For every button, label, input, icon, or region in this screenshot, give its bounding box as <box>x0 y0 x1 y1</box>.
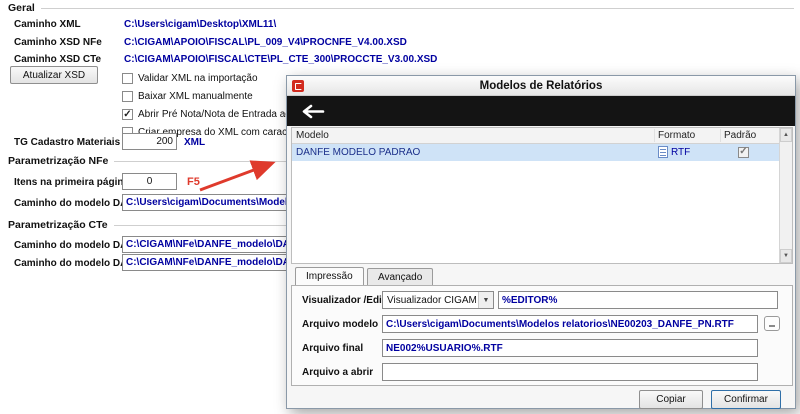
atualizar-xsd-button[interactable]: Atualizar XSD <box>10 66 98 84</box>
caminho-modelo-danfe-input[interactable] <box>122 194 290 211</box>
arquivo-modelo-label: Arquivo modelo <box>302 319 379 330</box>
checkbox-baixar-xml-label: Baixar XML manualmente <box>138 91 253 102</box>
checkbox-abrir-pre-nota-box[interactable] <box>122 109 133 120</box>
tab-avancado[interactable]: Avançado <box>367 268 434 286</box>
dialog-toolbar <box>287 96 795 126</box>
copiar-button[interactable]: Copiar <box>639 390 703 409</box>
confirmar-button[interactable]: Confirmar <box>711 390 781 409</box>
column-header-padrao[interactable]: Padrão <box>724 130 756 141</box>
chevron-down-icon[interactable]: ▼ <box>478 292 493 308</box>
modelos-grid: Modelo Formato Padrão DANFE MODELO PADRA… <box>291 127 793 264</box>
caminho-xsd-nfe-label: Caminho XSD NFe <box>14 37 102 48</box>
checkbox-baixar-xml-box[interactable] <box>122 91 133 102</box>
grid-row-danfe-modelo-padrao[interactable]: DANFE MODELO PADRAO RTF <box>292 144 779 161</box>
tab-impressao[interactable]: Impressão <box>295 267 364 285</box>
visualizador-select-value: Visualizador CIGAM <box>387 294 477 306</box>
app-icon <box>292 80 304 92</box>
caminho-xsd-cte-value: C:\CIGAM\APOIO\FISCAL\CTE\PL_CTE_300\PRO… <box>124 54 438 65</box>
grid-header: Modelo Formato Padrão <box>292 128 779 144</box>
checkbox-validar-xml-label: Validar XML na importação <box>138 73 258 84</box>
column-header-formato[interactable]: Formato <box>658 130 695 141</box>
visualizador-select[interactable]: Visualizador CIGAM ▼ <box>382 291 494 309</box>
section-parametrizacao-nfe-title: Parametrização NFe <box>8 155 109 167</box>
cell-padrao <box>738 146 749 158</box>
column-header-modelo[interactable]: Modelo <box>296 130 329 141</box>
cell-modelo: DANFE MODELO PADRAO <box>296 147 421 158</box>
caminho-xml-value: C:\Users\cigam\Desktop\XML11\ <box>124 19 277 30</box>
tg-cadastro-input[interactable] <box>122 133 177 150</box>
arquivo-final-label: Arquivo final <box>302 343 364 354</box>
itens-primeira-pagina-label: Itens na primeira página <box>14 177 130 188</box>
tg-cadastro-suffix: XML <box>184 137 206 148</box>
dialog-title: Modelos de Relatórios <box>479 79 603 92</box>
impressao-tab-panel: Visualizador /Editor Visualizador CIGAM … <box>291 285 793 386</box>
section-geral: Geral <box>8 2 794 14</box>
section-parametrizacao-cte-title: Parametrização CTe <box>8 219 108 231</box>
checkbox-baixar-xml[interactable]: Baixar XML manualmente <box>122 91 253 102</box>
column-separator <box>720 129 721 142</box>
caminho-modelo-dacte-input[interactable] <box>122 236 290 253</box>
cell-formato-text: RTF <box>671 146 691 158</box>
tg-cadastro-label: TG Cadastro Materiais <box>14 137 121 148</box>
app-window: Geral Caminho XML C:\Users\cigam\Desktop… <box>0 0 800 414</box>
back-arrow-icon[interactable] <box>299 102 327 120</box>
checkbox-validar-xml-box[interactable] <box>122 73 133 84</box>
scroll-down-icon[interactable]: ▼ <box>780 249 792 263</box>
cell-formato: RTF <box>658 146 690 158</box>
red-arrow-annotation <box>199 160 276 192</box>
section-geral-title: Geral <box>8 2 35 14</box>
caminho-xsd-nfe-value: C:\CIGAM\APOIO\FISCAL\PL_009_V4\PROCNFE_… <box>124 37 407 48</box>
caminho-xml-label: Caminho XML <box>14 19 81 30</box>
arquivo-a-abrir-label: Arquivo a abrir <box>302 367 374 378</box>
modelos-relatorios-dialog: Modelos de Relatórios Modelo Formato Pad… <box>286 75 796 409</box>
scroll-up-icon[interactable]: ▲ <box>780 128 792 142</box>
itens-primeira-pagina-input[interactable] <box>122 173 177 190</box>
dialog-titlebar[interactable]: Modelos de Relatórios <box>287 76 795 96</box>
caminho-modelo-dacte-os-input[interactable] <box>122 254 290 271</box>
rtf-document-icon <box>658 146 668 158</box>
column-separator <box>654 129 655 142</box>
browse-file-icon[interactable] <box>764 316 780 331</box>
vertical-scrollbar[interactable]: ▲ ▼ <box>779 128 792 263</box>
editor-variable-input[interactable] <box>498 291 778 309</box>
padrao-checkbox[interactable] <box>738 146 749 158</box>
arquivo-a-abrir-input[interactable] <box>382 363 758 381</box>
caminho-xsd-cte-label: Caminho XSD CTe <box>14 54 102 65</box>
checkbox-validar-xml[interactable]: Validar XML na importação <box>122 73 258 84</box>
arquivo-modelo-input[interactable] <box>382 315 758 333</box>
arquivo-final-input[interactable] <box>382 339 758 357</box>
